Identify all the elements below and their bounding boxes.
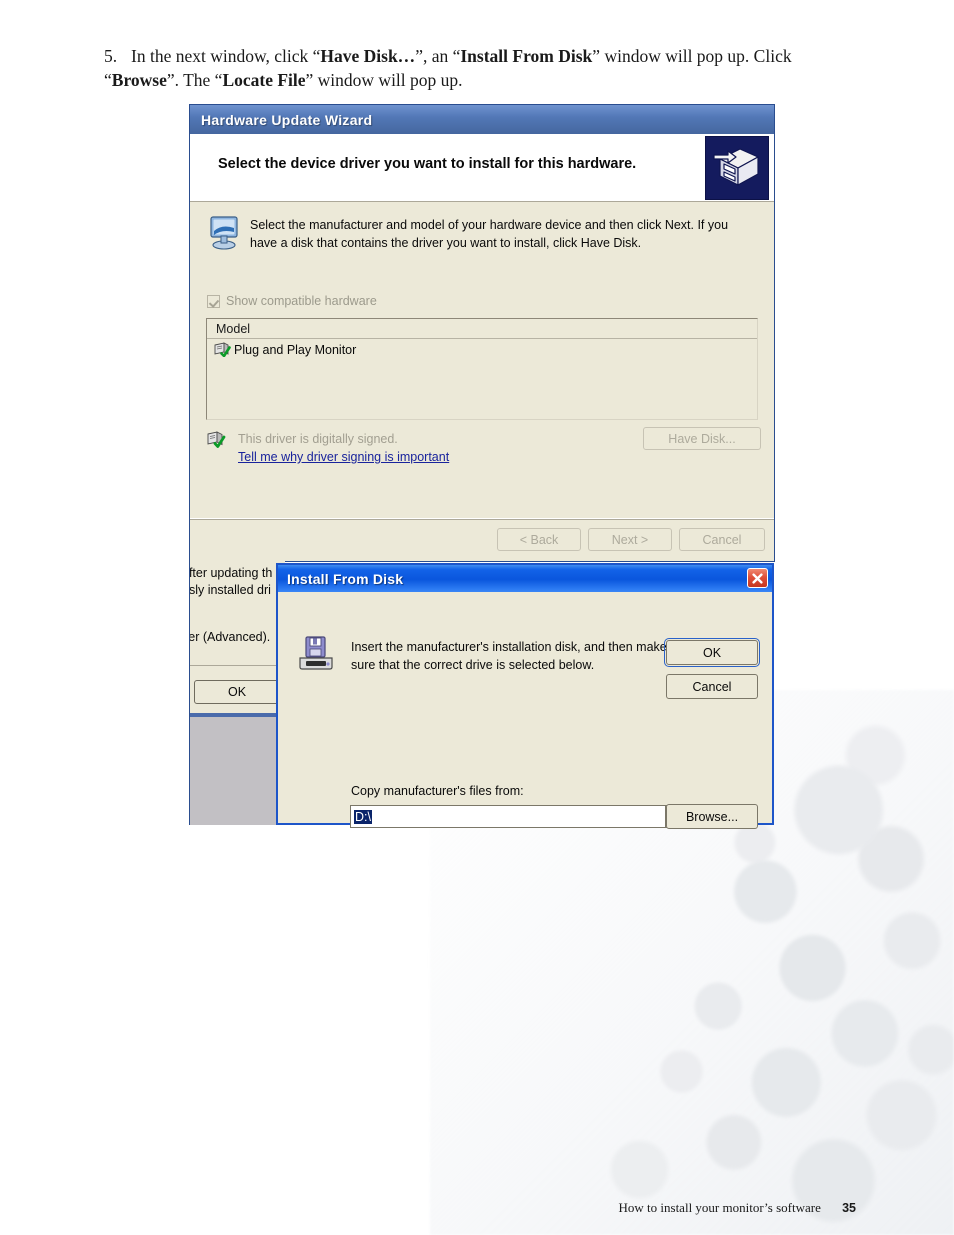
install-from-disk-body: Insert the manufacturer's installation d… (278, 592, 772, 829)
copy-files-from-value: D:\ (354, 809, 372, 824)
footer-title: How to install your monitor’s software (618, 1200, 821, 1215)
cancel-button[interactable]: Cancel (679, 528, 765, 551)
list-item-label: Plug and Play Monitor (234, 342, 357, 357)
driver-signed-status: This driver is digitally signed. (238, 432, 398, 446)
close-icon[interactable] (747, 568, 768, 588)
signed-driver-icon (206, 431, 226, 448)
install-from-disk-message: Insert the manufacturer's installation d… (351, 640, 667, 672)
step-paragraph: 5. In the next window, click “Have Disk…… (104, 44, 834, 92)
background-desktop-area (190, 717, 285, 825)
wizard-title: Hardware Update Wizard (201, 111, 373, 128)
background-dialog-window: after updating th usly installed dri ver… (189, 560, 285, 825)
wizard-footer-buttons: < Back Next > Cancel (490, 528, 765, 551)
background-dialog-text-line-1: after updating th (189, 566, 273, 580)
page-root: 5. In the next window, click “Have Disk…… (0, 0, 954, 1235)
back-button[interactable]: < Back (497, 528, 581, 551)
background-dialog-text-line-3: ver (Advanced). (189, 630, 271, 644)
ok-button[interactable]: OK (664, 638, 760, 667)
have-disk-button[interactable]: Have Disk... (643, 427, 761, 450)
install-from-disk-title: Install From Disk (287, 570, 404, 587)
step-text: In the next window, click “Have Disk…”, … (104, 46, 792, 90)
show-compatible-hardware-label: Show compatible hardware (226, 294, 377, 308)
wizard-header-title: Select the device driver you want to ins… (218, 156, 637, 172)
copy-files-from-label: Copy manufacturer's files from: (351, 784, 524, 798)
page-footer: How to install your monitor’s software 3… (0, 1200, 954, 1216)
model-listbox[interactable]: Model Plug and Play Monitor (206, 318, 758, 420)
wizard-body: Select the manufacturer and model of you… (190, 202, 774, 519)
background-dialog-ok-button[interactable]: OK (194, 680, 280, 704)
copy-files-from-input[interactable]: D:\ (350, 805, 665, 828)
floppy-drive-icon (295, 634, 337, 676)
driver-signing-row: This driver is digitally signed. Tell me… (206, 427, 761, 477)
model-column-header: Model (207, 319, 757, 339)
list-item[interactable]: Plug and Play Monitor (207, 339, 757, 358)
install-from-disk-titlebar: Install From Disk (276, 563, 774, 592)
background-dialog-divider (190, 665, 285, 666)
background-dialog-text-line-2: usly installed dri (189, 583, 271, 597)
cancel-button[interactable]: Cancel (666, 674, 758, 699)
wizard-titlebar: Hardware Update Wizard (190, 105, 774, 134)
wizard-footer: < Back Next > Cancel (190, 519, 774, 561)
signed-driver-icon (213, 342, 231, 358)
wizard-instructions: Select the manufacturer and model of you… (250, 218, 729, 250)
page-number: 35 (842, 1201, 856, 1215)
browse-button[interactable]: Browse... (666, 804, 758, 829)
next-button[interactable]: Next > (588, 528, 672, 551)
install-from-disk-dialog: Install From Disk Insert the manufacture… (276, 563, 774, 829)
hardware-device-icon (705, 136, 769, 200)
driver-signing-link[interactable]: Tell me why driver signing is important (238, 450, 449, 464)
wizard-header: Select the device driver you want to ins… (190, 134, 774, 202)
monitor-icon (207, 214, 243, 252)
hardware-update-wizard-window: Hardware Update Wizard Select the device… (189, 104, 775, 562)
step-number: 5. (104, 46, 118, 66)
show-compatible-hardware-checkbox[interactable]: Show compatible hardware (207, 294, 377, 308)
checkbox-box[interactable] (207, 294, 220, 308)
